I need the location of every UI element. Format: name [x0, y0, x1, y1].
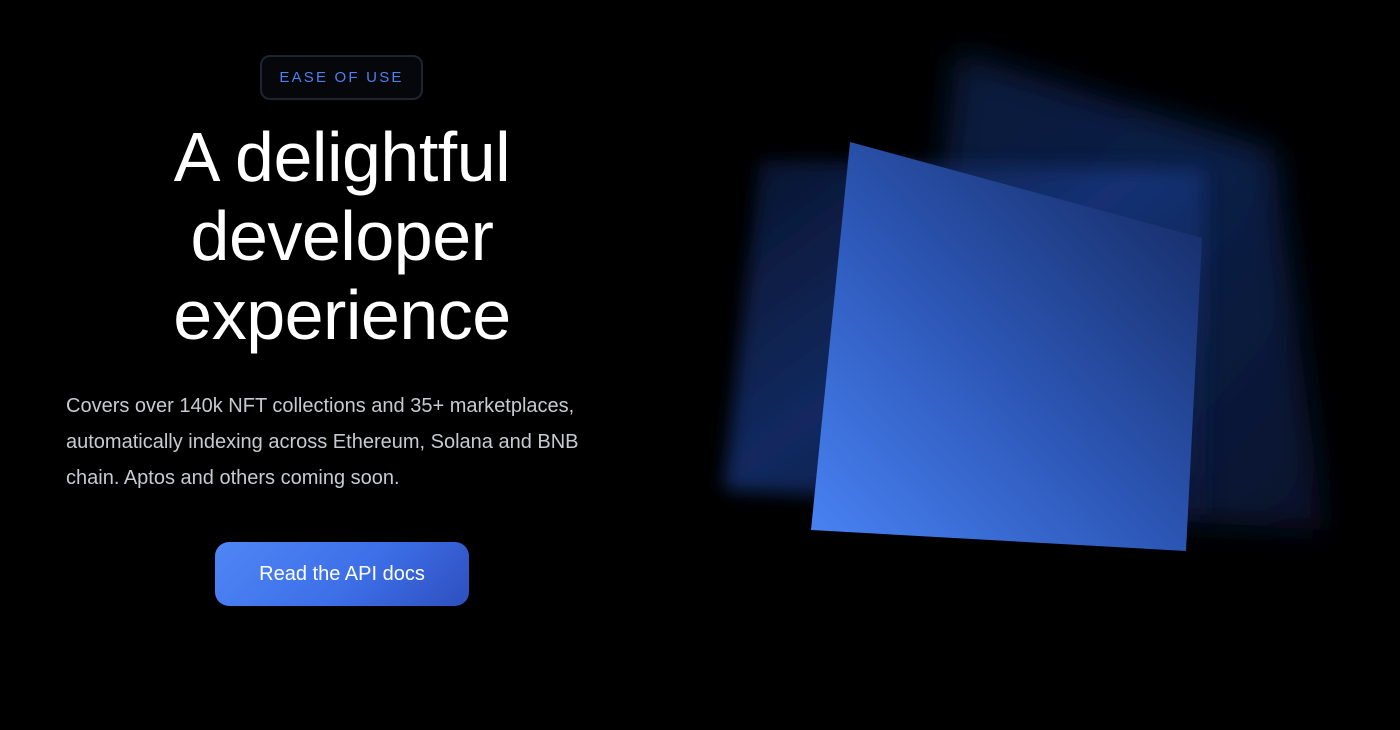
description-line-1: Covers over 140k NFT collections and 35+… [66, 395, 575, 417]
headline-line-2: developer [190, 197, 494, 275]
description-line-2: automatically indexing across Ethereum, … [66, 431, 579, 453]
description-line-3: chain. Aptos and others coming soon. [66, 467, 400, 489]
read-api-docs-button[interactable]: Read the API docs [215, 542, 469, 606]
hero-text-column: EASE OF USE A delightful developer exper… [0, 0, 684, 730]
ease-of-use-badge: EASE OF USE [260, 55, 423, 100]
hero-section: EASE OF USE A delightful developer exper… [0, 0, 1400, 730]
headline-line-3: experience [173, 276, 511, 354]
hero-description: Covers over 140k NFT collections and 35+… [66, 388, 626, 496]
stacked-blue-panels-illustration [724, 52, 1324, 551]
headline-line-1: A delightful [173, 118, 511, 196]
hero-headline: A delightful developer experience [66, 118, 618, 355]
stacked-panels-illustration [684, 0, 1400, 730]
